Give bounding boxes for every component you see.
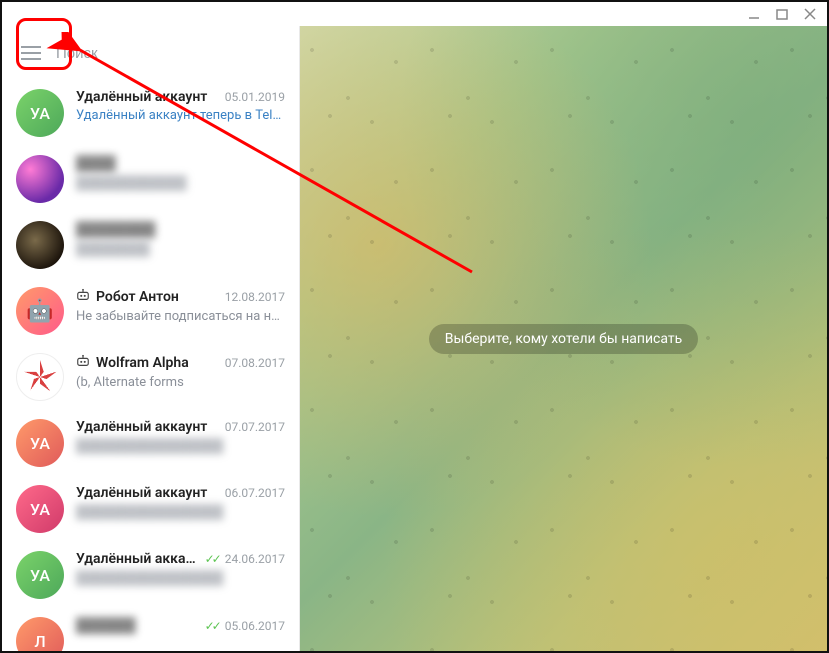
chat-name: Wolfram Alpha [96,355,219,371]
chat-name: ████ [76,155,279,172]
chat-body: ████████████████ [76,155,285,191]
chat-top-row: ████ [76,155,285,172]
avatar: Л [16,617,64,651]
avatar [16,287,64,335]
bot-icon [76,288,90,302]
chat-item[interactable]: Л ██████ ✓✓ 05.06.2017 [2,608,299,651]
chat-date: 05.06.2017 [225,619,285,633]
chat-body: Удалённый аккаунт05.01.2019Удалённый акк… [76,89,285,123]
window-titlebar [2,2,827,26]
chat-body: Робот Антон 12.08.2017 Не забывайте подпис… [76,287,285,324]
chat-body: Удалённый аккаунт 07.07.2017 █████████████… [76,419,285,454]
chat-preview: ████████████████ [76,438,285,454]
main-pane: Выберите, кому хотели бы написать [300,26,827,651]
chat-top-row: Удалённый акка… ✓✓ 24.06.2017 [76,551,285,567]
close-icon [804,8,816,20]
chat-date: 05.01.2019 [225,90,285,104]
chat-top-row: Удалённый аккаунт 07.07.2017 [76,419,285,435]
avatar-initials: УА [30,434,50,453]
chat-name: Удалённый аккаунт [76,419,219,435]
avatar: УА [16,551,64,599]
app-body: УАУдалённый аккаунт05.01.2019Удалённый а… [2,26,827,651]
chat-body: ██████ ✓✓ 05.06.2017 [76,617,285,637]
avatar: УА [16,485,64,533]
avatar-initials: Л [34,632,45,651]
bot-badge [76,287,90,306]
chat-date: 12.08.2017 [225,290,285,304]
chat-date: 07.07.2017 [225,420,285,434]
chat-date: 07.08.2017 [225,356,285,370]
chat-top-row: Робот Антон 12.08.2017 [76,287,285,306]
chat-preview: Не забывайте подписаться на н… [76,309,285,324]
chat-body: Удалённый аккаунт 06.07.2017 █████████████… [76,485,285,520]
chat-name: Удалённый акка… [76,551,199,567]
chat-body: ████████ ████████ [76,221,285,257]
chat-top-row: Удалённый аккаунт 06.07.2017 [76,485,285,501]
chat-date: 06.07.2017 [225,486,285,500]
chat-item[interactable]: Робот Антон 12.08.2017 Не забывайте подпис… [2,278,299,344]
avatar-initials: УА [30,566,50,585]
chat-top-row: ████████ [76,221,285,238]
read-checks-icon: ✓✓ [205,619,219,633]
chat-name: ████████ [76,221,279,238]
chat-top-row: Удалённый аккаунт 05.01.2019 [76,89,285,105]
empty-chat-placeholder: Выберите, кому хотели бы написать [429,324,698,354]
avatar-initials: УА [30,500,50,519]
chat-date: 24.06.2017 [225,552,285,566]
chat-item[interactable]: УА Удалённый аккаунт 06.07.2017 ███████████… [2,476,299,542]
chat-body: Wolfram Alpha 07.08.2017 (b, Alternate for… [76,353,285,390]
window-minimize-button[interactable] [747,7,761,21]
window-close-button[interactable] [803,7,817,21]
maximize-icon [776,8,788,20]
chat-preview: ████████████████ [76,504,285,520]
chat-name: Удалённый аккаунт [76,485,219,501]
chat-top-row: Wolfram Alpha 07.08.2017 [76,353,285,372]
search-input[interactable] [50,37,289,70]
hamburger-icon [20,45,42,61]
app-window: УАУдалённый аккаунт05.01.2019Удалённый а… [0,0,829,653]
window-maximize-button[interactable] [775,7,789,21]
chat-preview: ████████████████ [76,570,285,586]
chat-top-row: ██████ ✓✓ 05.06.2017 [76,617,285,634]
chat-item[interactable]: ████████████████ [2,146,299,212]
chat-list[interactable]: УАУдалённый аккаунт05.01.2019Удалённый а… [2,80,299,651]
avatar-initials: УА [30,104,50,123]
chat-item[interactable]: УА Удалённый аккаунт 07.07.2017 ███████████… [2,410,299,476]
sidebar: УАУдалённый аккаунт05.01.2019Удалённый а… [2,26,300,651]
read-checks-icon: ✓✓ [205,552,219,566]
chat-item[interactable]: ████████ ████████ [2,212,299,278]
chat-item[interactable]: УА Удалённый акка… ✓✓ 24.06.2017 ███████████… [2,542,299,608]
bot-badge [76,353,90,372]
main-menu-button[interactable] [12,34,50,72]
minimize-icon [748,8,760,20]
avatar [16,155,64,203]
chat-item[interactable]: Wolfram Alpha 07.08.2017 (b, Alternate for… [2,344,299,410]
chat-name: Удалённый аккаунт [76,89,219,105]
chat-item[interactable]: УАУдалённый аккаунт05.01.2019Удалённый а… [2,80,299,146]
avatar [16,353,64,401]
chat-preview: (b, Alternate forms [76,375,285,390]
chat-body: Удалённый акка… ✓✓ 24.06.2017 █████████████… [76,551,285,586]
avatar [16,221,64,269]
avatar: УА [16,419,64,467]
search-row [2,26,299,80]
chat-name: Робот Антон [96,289,219,305]
chat-preview: ████████████ [76,175,285,191]
chat-preview: ████████ [76,241,285,257]
chat-name: ██████ [76,617,199,634]
bot-icon [76,354,90,368]
chat-preview: Удалённый аккаунт теперь в Tel… [76,108,285,123]
avatar: УА [16,89,64,137]
